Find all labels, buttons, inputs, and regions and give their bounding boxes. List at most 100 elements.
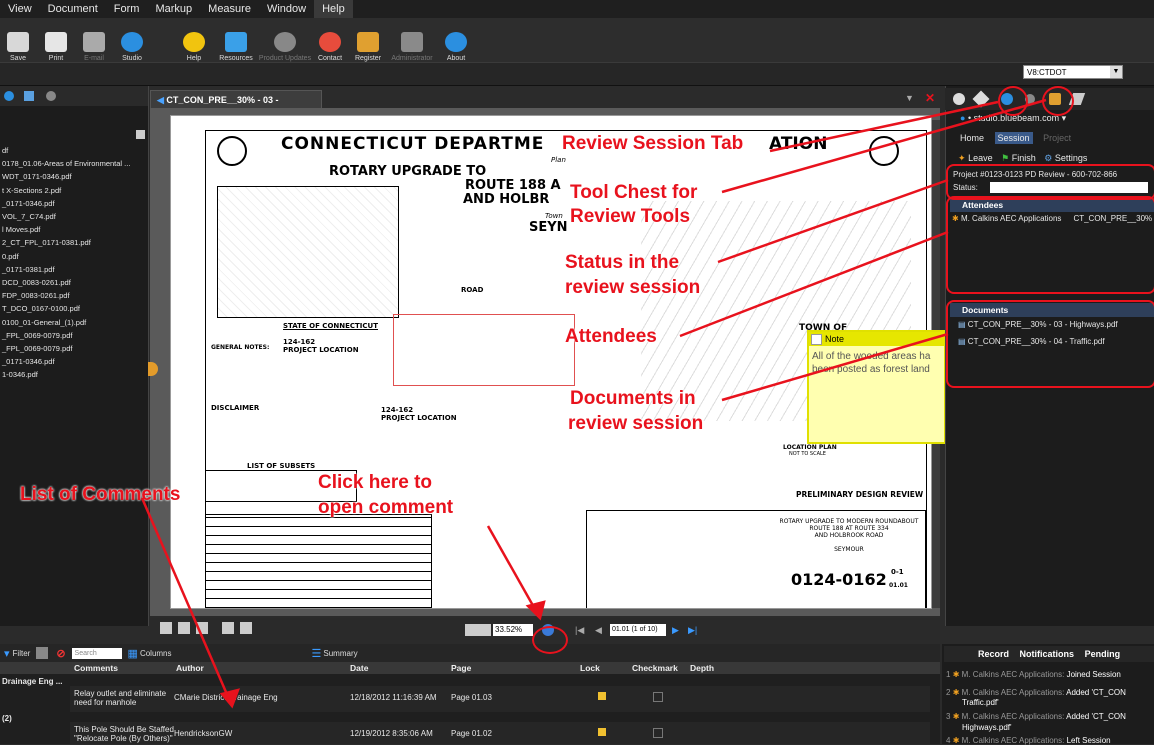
file-item[interactable]: T_DCO_0167-0100.pdf	[2, 304, 80, 313]
panel-icon[interactable]	[4, 91, 14, 101]
menu-markup[interactable]: Markup	[147, 0, 200, 18]
col-depth[interactable]: Depth	[690, 663, 714, 673]
col-checkmark[interactable]: Checkmark	[632, 663, 678, 673]
col-lock[interactable]: Lock	[580, 663, 600, 673]
about-button[interactable]: About	[438, 20, 474, 62]
checkmark-box[interactable]	[653, 728, 663, 738]
file-item[interactable]: df	[2, 146, 8, 155]
file-item[interactable]: l Moves.pdf	[2, 225, 40, 234]
email-icon	[83, 32, 105, 52]
col-author[interactable]: Author	[176, 663, 204, 673]
next-page-icon[interactable]: ▶	[672, 625, 679, 636]
trash-icon[interactable]	[36, 647, 49, 659]
ribbon: Save Print E-mail Studio Help Resources …	[0, 18, 1154, 62]
lock-icon[interactable]	[598, 728, 606, 736]
group-label[interactable]: (2)	[2, 714, 12, 723]
file-item[interactable]: FDP_0083-0261.pdf	[2, 291, 70, 300]
file-item[interactable]: 0.pdf	[2, 252, 19, 261]
col-date[interactable]: Date	[350, 663, 368, 673]
chevron-down-icon: ▼	[1110, 66, 1122, 78]
menu-measure[interactable]: Measure	[200, 0, 259, 18]
globe-icon[interactable]	[46, 91, 56, 101]
finish-button[interactable]: ⚑ Finish	[1001, 153, 1036, 163]
col-comments[interactable]: Comments	[74, 663, 118, 673]
file-item[interactable]: _FPL_0069-0079.pdf	[2, 331, 72, 340]
tab-home[interactable]: Home	[960, 133, 984, 143]
administrator-button[interactable]: Administrator	[388, 20, 436, 62]
tab-project[interactable]: Project	[1043, 133, 1071, 143]
single-page-icon[interactable]	[160, 622, 172, 634]
tab-pending[interactable]: Pending	[1085, 649, 1121, 659]
tab-notifications[interactable]: Notifications	[1020, 649, 1075, 659]
key-icon	[357, 32, 379, 52]
pan-zoom-tools[interactable]	[465, 624, 491, 636]
contact-button[interactable]: Contact	[312, 20, 348, 62]
save-button[interactable]: Save	[0, 20, 36, 62]
no-filter-icon[interactable]: ⊘	[56, 647, 65, 660]
file-item[interactable]: 0100_01-General_(1).pdf	[2, 318, 86, 327]
lock-icon[interactable]	[598, 692, 606, 700]
annotation-review-tab: Review Session Tab	[562, 133, 744, 154]
activity-tabs: Record Notifications Pending	[944, 646, 1154, 662]
file-item[interactable]: 1-0346.pdf	[2, 370, 38, 379]
settings-button[interactable]: ⚙ Settings	[1044, 153, 1087, 163]
sync-icon[interactable]	[240, 622, 252, 634]
menu-view[interactable]: View	[0, 0, 40, 18]
menu-window[interactable]: Window	[259, 0, 314, 18]
group-label[interactable]: Drainage Eng ...	[2, 677, 62, 686]
file-item[interactable]: _FPL_0069-0079.pdf	[2, 344, 72, 353]
menu-document[interactable]: Document	[40, 0, 106, 18]
filter-icon[interactable]: ▾	[4, 647, 10, 660]
file-item[interactable]: 2_CT_FPL_0171-0381.pdf	[2, 238, 91, 247]
file-item[interactable]: _0171-0346.pdf	[2, 199, 55, 208]
note-icon	[811, 334, 822, 345]
prev-page-icon[interactable]: ◀	[595, 625, 602, 636]
col-page[interactable]: Page	[451, 663, 471, 673]
activity-item: 2 ✱ M. Calkins AEC Applications: Added '…	[946, 688, 1126, 697]
pen-icon[interactable]	[972, 90, 990, 108]
tab-record[interactable]: Record	[978, 649, 1009, 659]
last-page-icon[interactable]: ▶|	[688, 625, 697, 636]
filter-button[interactable]: Filter	[13, 649, 31, 658]
folder-icon[interactable]	[24, 91, 34, 101]
markup-cloud[interactable]	[393, 314, 575, 386]
help-button[interactable]: Help	[176, 20, 212, 62]
checkmark-box[interactable]	[653, 692, 663, 702]
file-list-icon[interactable]	[136, 130, 145, 139]
file-item[interactable]: DCD_0083-0261.pdf	[2, 278, 71, 287]
file-item[interactable]: 0178_01.06-Areas of Environmental ...	[2, 159, 130, 168]
leave-button[interactable]: ✦ Leave	[958, 153, 993, 163]
markup-style-dropdown[interactable]: V8:CTDOT ▼	[1023, 65, 1123, 79]
menu-help[interactable]: Help	[314, 0, 353, 18]
file-item[interactable]: _0171-0346.pdf	[2, 357, 55, 366]
highlight-studio-tab	[998, 86, 1028, 116]
close-document-icon[interactable]: ✕	[925, 91, 935, 105]
file-item[interactable]: _0171-0381.pdf	[2, 265, 55, 274]
email-button[interactable]: E-mail	[76, 20, 112, 62]
product-updates-button[interactable]: Product Updates	[259, 20, 311, 62]
zoom-field[interactable]: 33.52%	[493, 624, 533, 636]
register-button[interactable]: Register	[350, 20, 386, 62]
tab-session[interactable]: Session	[994, 132, 1033, 144]
summary-button[interactable]: Summary	[323, 649, 357, 658]
first-page-icon[interactable]: |◀	[575, 625, 584, 636]
print-button[interactable]: Print	[38, 20, 74, 62]
gear-icon[interactable]	[953, 93, 965, 105]
search-input[interactable]: Search	[71, 647, 122, 659]
split-icon[interactable]	[196, 622, 208, 634]
file-item[interactable]: t X-Sections 2.pdf	[2, 186, 61, 195]
annotation-status: Status in the	[565, 252, 680, 273]
note-popup[interactable]: Note All of the wooded areas ha been pos…	[807, 330, 946, 444]
columns-button[interactable]: Columns	[140, 649, 172, 658]
menu-form[interactable]: Form	[106, 0, 148, 18]
grid-icon[interactable]	[222, 622, 234, 634]
file-item[interactable]: WDT_0171-0346.pdf	[2, 172, 72, 181]
save-icon	[7, 32, 29, 52]
page-field[interactable]: 01.01 (1 of 10)	[610, 624, 666, 636]
document-tab[interactable]: ◀ CT_CON_PRE__30% - 03 - Highways ×	[150, 90, 322, 123]
continuous-icon[interactable]	[178, 622, 190, 634]
studio-button[interactable]: Studio	[114, 20, 150, 62]
tab-menu-icon[interactable]: ▼	[905, 93, 914, 103]
file-item[interactable]: VOL_7_C74.pdf	[2, 212, 56, 221]
resources-button[interactable]: Resources	[214, 20, 258, 62]
